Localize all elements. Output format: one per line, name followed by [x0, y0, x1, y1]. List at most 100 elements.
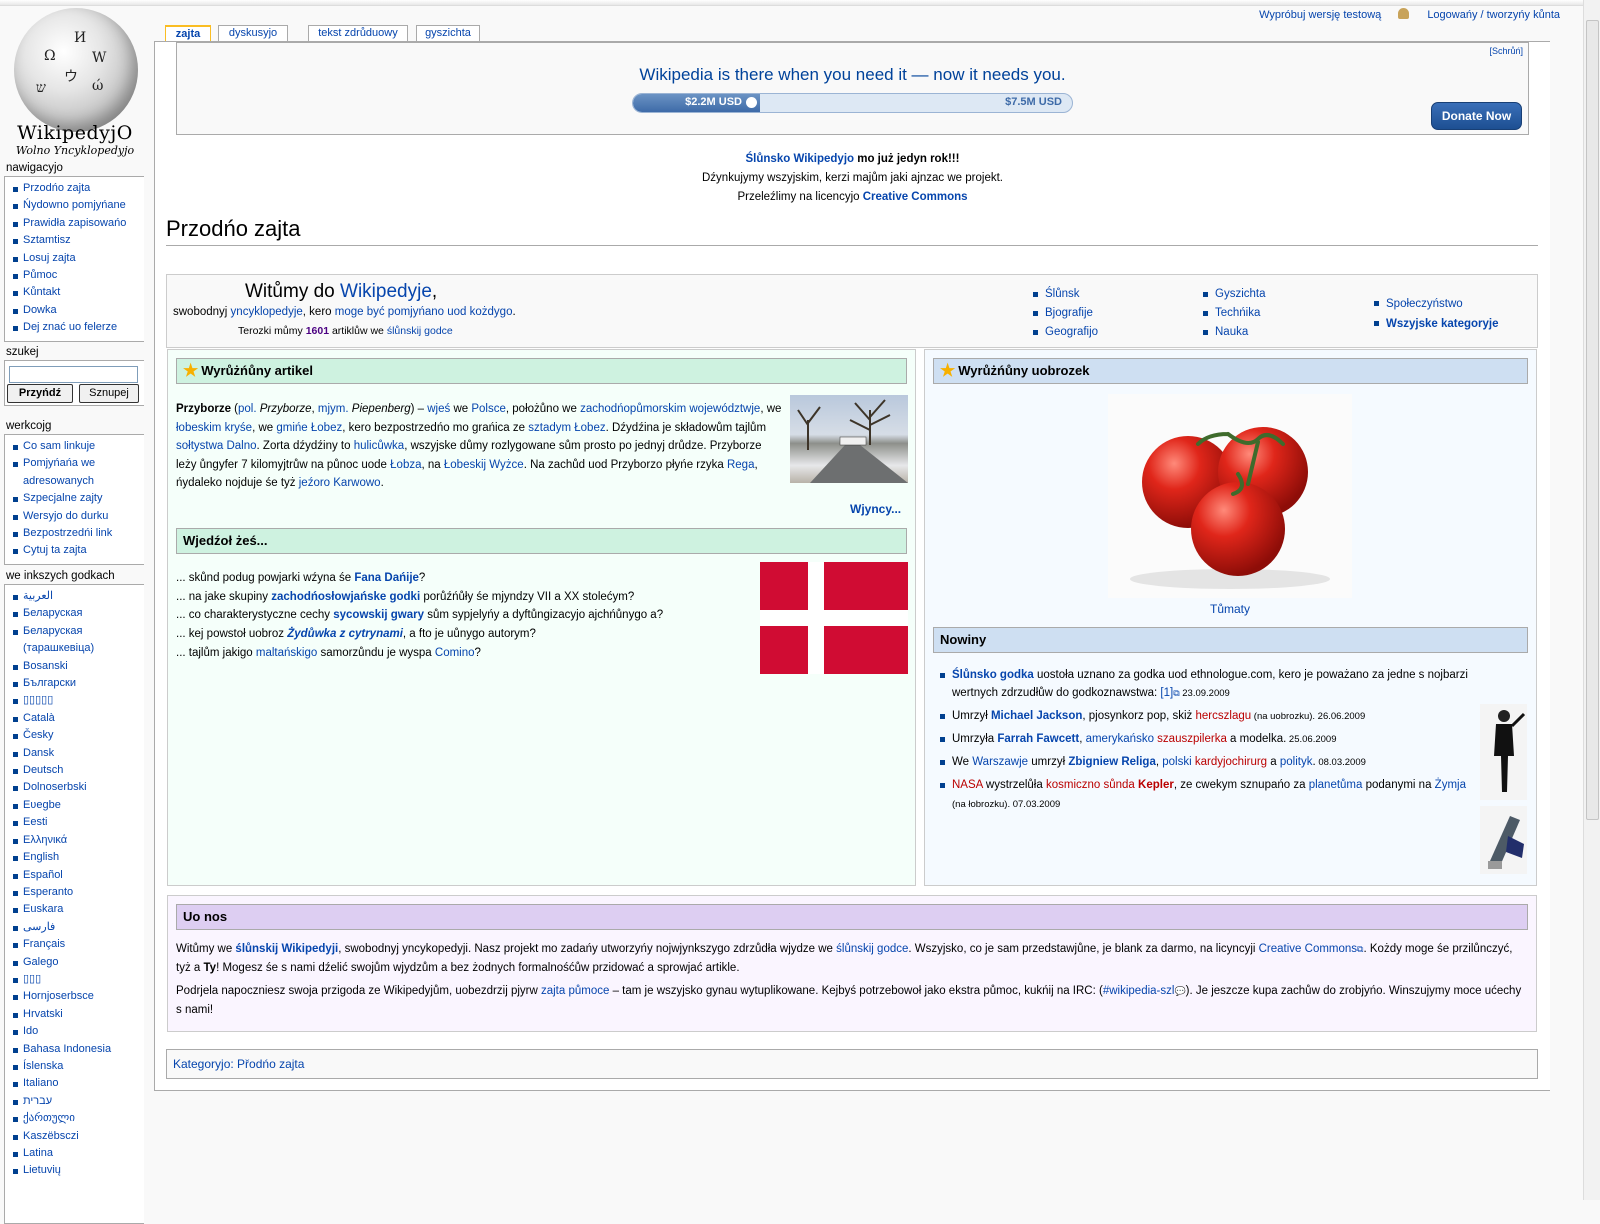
vertical-scrollbar[interactable] [1583, 0, 1600, 1200]
interwiki-link[interactable]: Lietuvių [11, 1162, 144, 1179]
try-beta-link[interactable]: Wypróbuj wersję testową [1259, 9, 1381, 21]
interwiki-link[interactable]: Français [11, 936, 144, 953]
category-main-page-link[interactable]: Přodńo zajta [237, 1057, 304, 1071]
creative-commons-link[interactable]: Creative Commons [1259, 943, 1357, 955]
kepler-probe-image[interactable] [1480, 806, 1527, 874]
interwiki-link[interactable]: Bosanski [11, 658, 144, 675]
go-button[interactable]: Przyńdź [7, 384, 73, 403]
danish-flag-image[interactable] [760, 562, 908, 674]
dyk-link[interactable]: Żydůwka z cytrynami [287, 628, 403, 640]
interwiki-link[interactable]: עברית [11, 1093, 144, 1110]
donate-now-button[interactable]: Donate Now [1431, 102, 1522, 130]
sidebar-item-contact[interactable]: Kůntakt [11, 284, 144, 301]
dyk-link[interactable]: Fana Dańije [354, 572, 419, 584]
news-link[interactable]: polski [1162, 756, 1191, 768]
sidebar-item-donate[interactable]: Dowka [11, 302, 144, 319]
portal-biographies[interactable]: Bjografije [1033, 304, 1098, 323]
interwiki-link[interactable]: Deutsch [11, 762, 144, 779]
notice-cc-link[interactable]: Creative Commons [863, 191, 968, 203]
interwiki-link[interactable]: Български [11, 675, 144, 692]
categories-label-link[interactable]: Kategoryjo: [173, 1057, 234, 1071]
interwiki-link[interactable]: ქართული [11, 1110, 144, 1127]
news-redlink[interactable]: Kepler [1138, 779, 1174, 791]
sidebar-item-related-changes[interactable]: Pomjyńańa we adresowanych [11, 455, 144, 490]
interwiki-link[interactable]: Esperanto [11, 884, 144, 901]
read-more-link[interactable]: Wjyncy... [850, 502, 901, 516]
sidebar-item-what-links-here[interactable]: Co sam linkuje [11, 438, 144, 455]
village-photo[interactable] [790, 395, 908, 483]
search-button[interactable]: Sznupej [79, 384, 139, 403]
banner-close-link[interactable]: [Schrůń] [1489, 46, 1523, 56]
interwiki-link[interactable]: Bahasa Indonesia [11, 1041, 144, 1058]
news-external-link[interactable]: [1] [1160, 687, 1173, 699]
help-page-link[interactable]: zajta půmoce [541, 985, 609, 997]
sidebar-item-recent-changes[interactable]: Ńydowno pomjyńane [11, 197, 144, 214]
portal-technology[interactable]: Techńika [1203, 304, 1266, 323]
tab-discussion[interactable]: dyskusyjo [218, 25, 288, 42]
welcome-wikipedia-link[interactable]: Wikipedyje [340, 281, 432, 302]
interwiki-link[interactable]: Eʋegbe [11, 797, 144, 814]
interwiki-link[interactable]: Ελληνικά [11, 832, 144, 849]
tab-view-source[interactable]: tekst zdrůduowy [308, 25, 408, 42]
interwiki-link[interactable]: Eesti [11, 814, 144, 831]
dyk-link[interactable]: sycowskij gwary [333, 609, 424, 621]
article-count-link[interactable]: 1601 [306, 325, 329, 337]
picture-caption[interactable]: Tůmaty [1108, 602, 1352, 616]
news-link[interactable]: Żymja [1435, 779, 1466, 791]
news-redlink[interactable]: NASA [952, 779, 983, 791]
sidebar-item-report-error[interactable]: Dej znać uo felerze [11, 319, 144, 336]
news-link[interactable]: Michael Jackson [991, 710, 1082, 722]
portal-geography[interactable]: Geografijo [1033, 323, 1098, 342]
irc-channel-link[interactable]: #wikipedia-szl [1103, 985, 1175, 997]
silesian-language-link[interactable]: ślůnskij godce [836, 943, 908, 955]
sidebar-item-printable[interactable]: Wersyjo do durku [11, 508, 144, 525]
interwiki-link[interactable]: Íslenska [11, 1058, 144, 1075]
portal-society[interactable]: Społeczyństwo [1374, 294, 1499, 314]
sidebar-item-cite[interactable]: Cytuj ta zajta [11, 542, 144, 559]
interwiki-link[interactable]: English [11, 849, 144, 866]
notice-anniversary-link[interactable]: Ślůnsko Wikipedyjo [746, 153, 855, 165]
interwiki-link[interactable]: العربية [11, 588, 144, 605]
interwiki-link[interactable]: فارسی [11, 919, 144, 936]
interwiki-link[interactable]: Беларуская [11, 605, 144, 622]
interwiki-link[interactable]: Español [11, 867, 144, 884]
anyone-can-edit-link[interactable]: moge być pomjyńano uod kożdygo [335, 306, 513, 318]
interwiki-link[interactable]: Euskara [11, 901, 144, 918]
sidebar-item-village-pump[interactable]: Sztamtisz [11, 232, 144, 249]
dyk-link[interactable]: zachodńosłowjańske godki [271, 591, 420, 603]
dyk-link[interactable]: Comino [435, 647, 475, 659]
news-link[interactable]: Zbigniew Religa [1068, 756, 1156, 768]
sidebar-item-random-page[interactable]: Losuj zajta [11, 250, 144, 267]
dyk-link[interactable]: maltańskigo [256, 647, 317, 659]
sidebar-item-special-pages[interactable]: Szpecjalne zajty [11, 490, 144, 507]
wikipedia-logo[interactable]: Ω И W ウ ש ώ WikipedyjO Wolno Yncyklopedy… [6, 8, 144, 160]
news-redlink[interactable]: hercszlagu [1196, 710, 1252, 722]
portal-science[interactable]: Nauka [1203, 323, 1266, 342]
interwiki-link[interactable]: Беларуская (тарашкевіца) [11, 623, 144, 658]
sidebar-item-rules[interactable]: Prawidła zapisowańo [11, 215, 144, 232]
news-link[interactable]: amerykańsko [1086, 733, 1154, 745]
interwiki-link[interactable]: Hornjoserbsce [11, 988, 144, 1005]
interwiki-link[interactable]: Italiano [11, 1075, 144, 1092]
interwiki-link[interactable]: Česky [11, 727, 144, 744]
portal-history[interactable]: Gyszichta [1203, 285, 1266, 304]
tomatoes-image[interactable] [1108, 394, 1352, 598]
sidebar-item-main-page[interactable]: Przodńo zajta [11, 180, 144, 197]
tab-history[interactable]: gyszichta [416, 25, 480, 42]
michael-jackson-photo[interactable] [1480, 704, 1527, 800]
news-redlink[interactable]: kardyjochirurg [1195, 756, 1267, 768]
silesian-language-link[interactable]: ślůnskij godce [387, 325, 453, 337]
encyclopedia-link[interactable]: yncyklopedyje [231, 306, 303, 318]
sidebar-item-help[interactable]: Půmoc [11, 267, 144, 284]
interwiki-link[interactable]: Dolnoserbski [11, 779, 144, 796]
news-redlink[interactable]: szauszpilerka [1157, 733, 1227, 745]
interwiki-link[interactable]: Latina [11, 1145, 144, 1162]
news-link[interactable]: Warszawje [972, 756, 1028, 768]
interwiki-link[interactable]: Kaszëbsczi [11, 1128, 144, 1145]
interwiki-link[interactable]: Dansk [11, 745, 144, 762]
portal-all-categories[interactable]: Wszyjske kategoryje [1374, 314, 1499, 334]
silesian-wikipedia-link[interactable]: ślůnskij Wikipedyji [235, 943, 338, 955]
interwiki-link[interactable]: Ido [11, 1023, 144, 1040]
news-redlink[interactable]: kosmiczno sůnda [1046, 779, 1135, 791]
interwiki-link[interactable]: ▯▯▯ [11, 971, 144, 988]
